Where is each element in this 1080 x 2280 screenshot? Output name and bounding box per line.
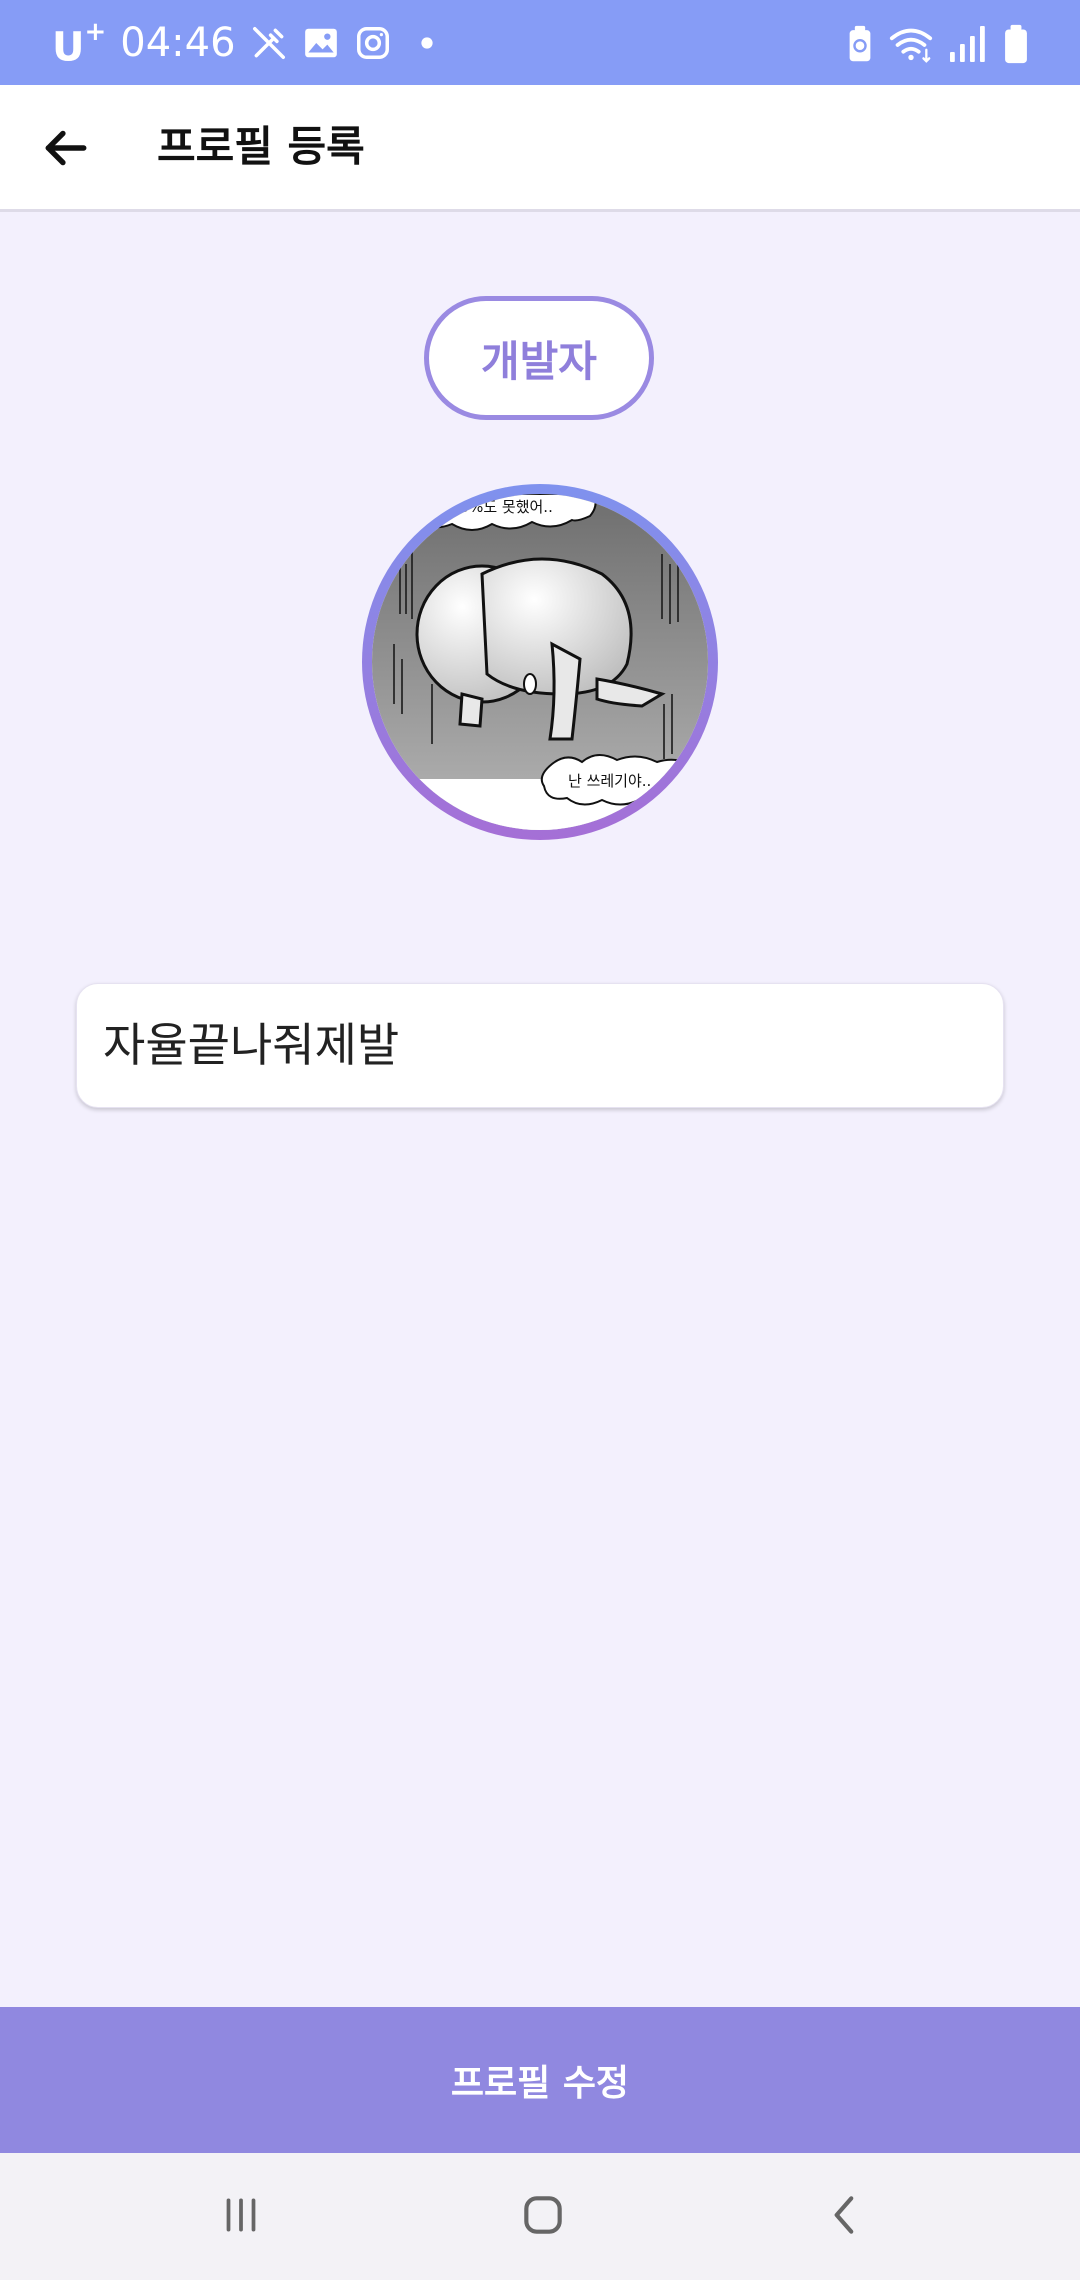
page-title: 프로필 등록 [157,122,365,171]
instagram-icon [356,27,389,59]
signal-icon [950,26,985,62]
avatar-bottom-text: 난 쓰레기야.. [568,772,651,790]
arrow-left-icon [45,130,87,166]
carrier-plus: + [84,17,107,48]
edit-profile-button[interactable]: 프로필 수정 [0,2007,1080,2153]
home-icon [524,2196,562,2234]
back-button[interactable] [30,113,100,183]
battery-icon [1005,24,1027,64]
avatar-top-text: 10%도 못했어.. [450,498,553,516]
avatar[interactable]: 10%도 못했어.. 난 쓰레기야.. [362,484,718,840]
status-time: 04:46 [120,20,236,66]
home-button[interactable] [498,2175,588,2255]
system-back-button[interactable] [800,2175,890,2255]
nickname-input[interactable]: 자율끝나줘제발 [76,983,1004,1108]
status-left: U+ 04:46 [52,17,442,71]
app-bar: 프로필 등록 [0,85,1080,212]
avatar-illustration: 10%도 못했어.. 난 쓰레기야.. [372,494,708,830]
recent-apps-button[interactable] [196,2175,286,2255]
battery-saver-icon [849,25,871,62]
navigation-bar [0,2153,1080,2280]
status-bar: U+ 04:46 [0,0,1080,85]
dot-icon [420,37,433,49]
profile-register-screen: U+ 04:46 프로필 등록 개발자 10%도 못했어.. 난 쓰레기야.. … [0,0,1080,2280]
wifi-icon [889,28,933,63]
status-right [846,22,1030,66]
carrier-name: U [52,24,85,71]
back-icon [834,2196,854,2234]
carrier-label: U+ [52,15,106,70]
image-icon [304,28,337,58]
avatar-image: 10%도 못했어.. 난 쓰레기야.. [372,494,708,830]
role-chip[interactable]: 개발자 [424,296,654,420]
recent-apps-icon [226,2198,256,2232]
pen-off-icon [252,27,285,59]
